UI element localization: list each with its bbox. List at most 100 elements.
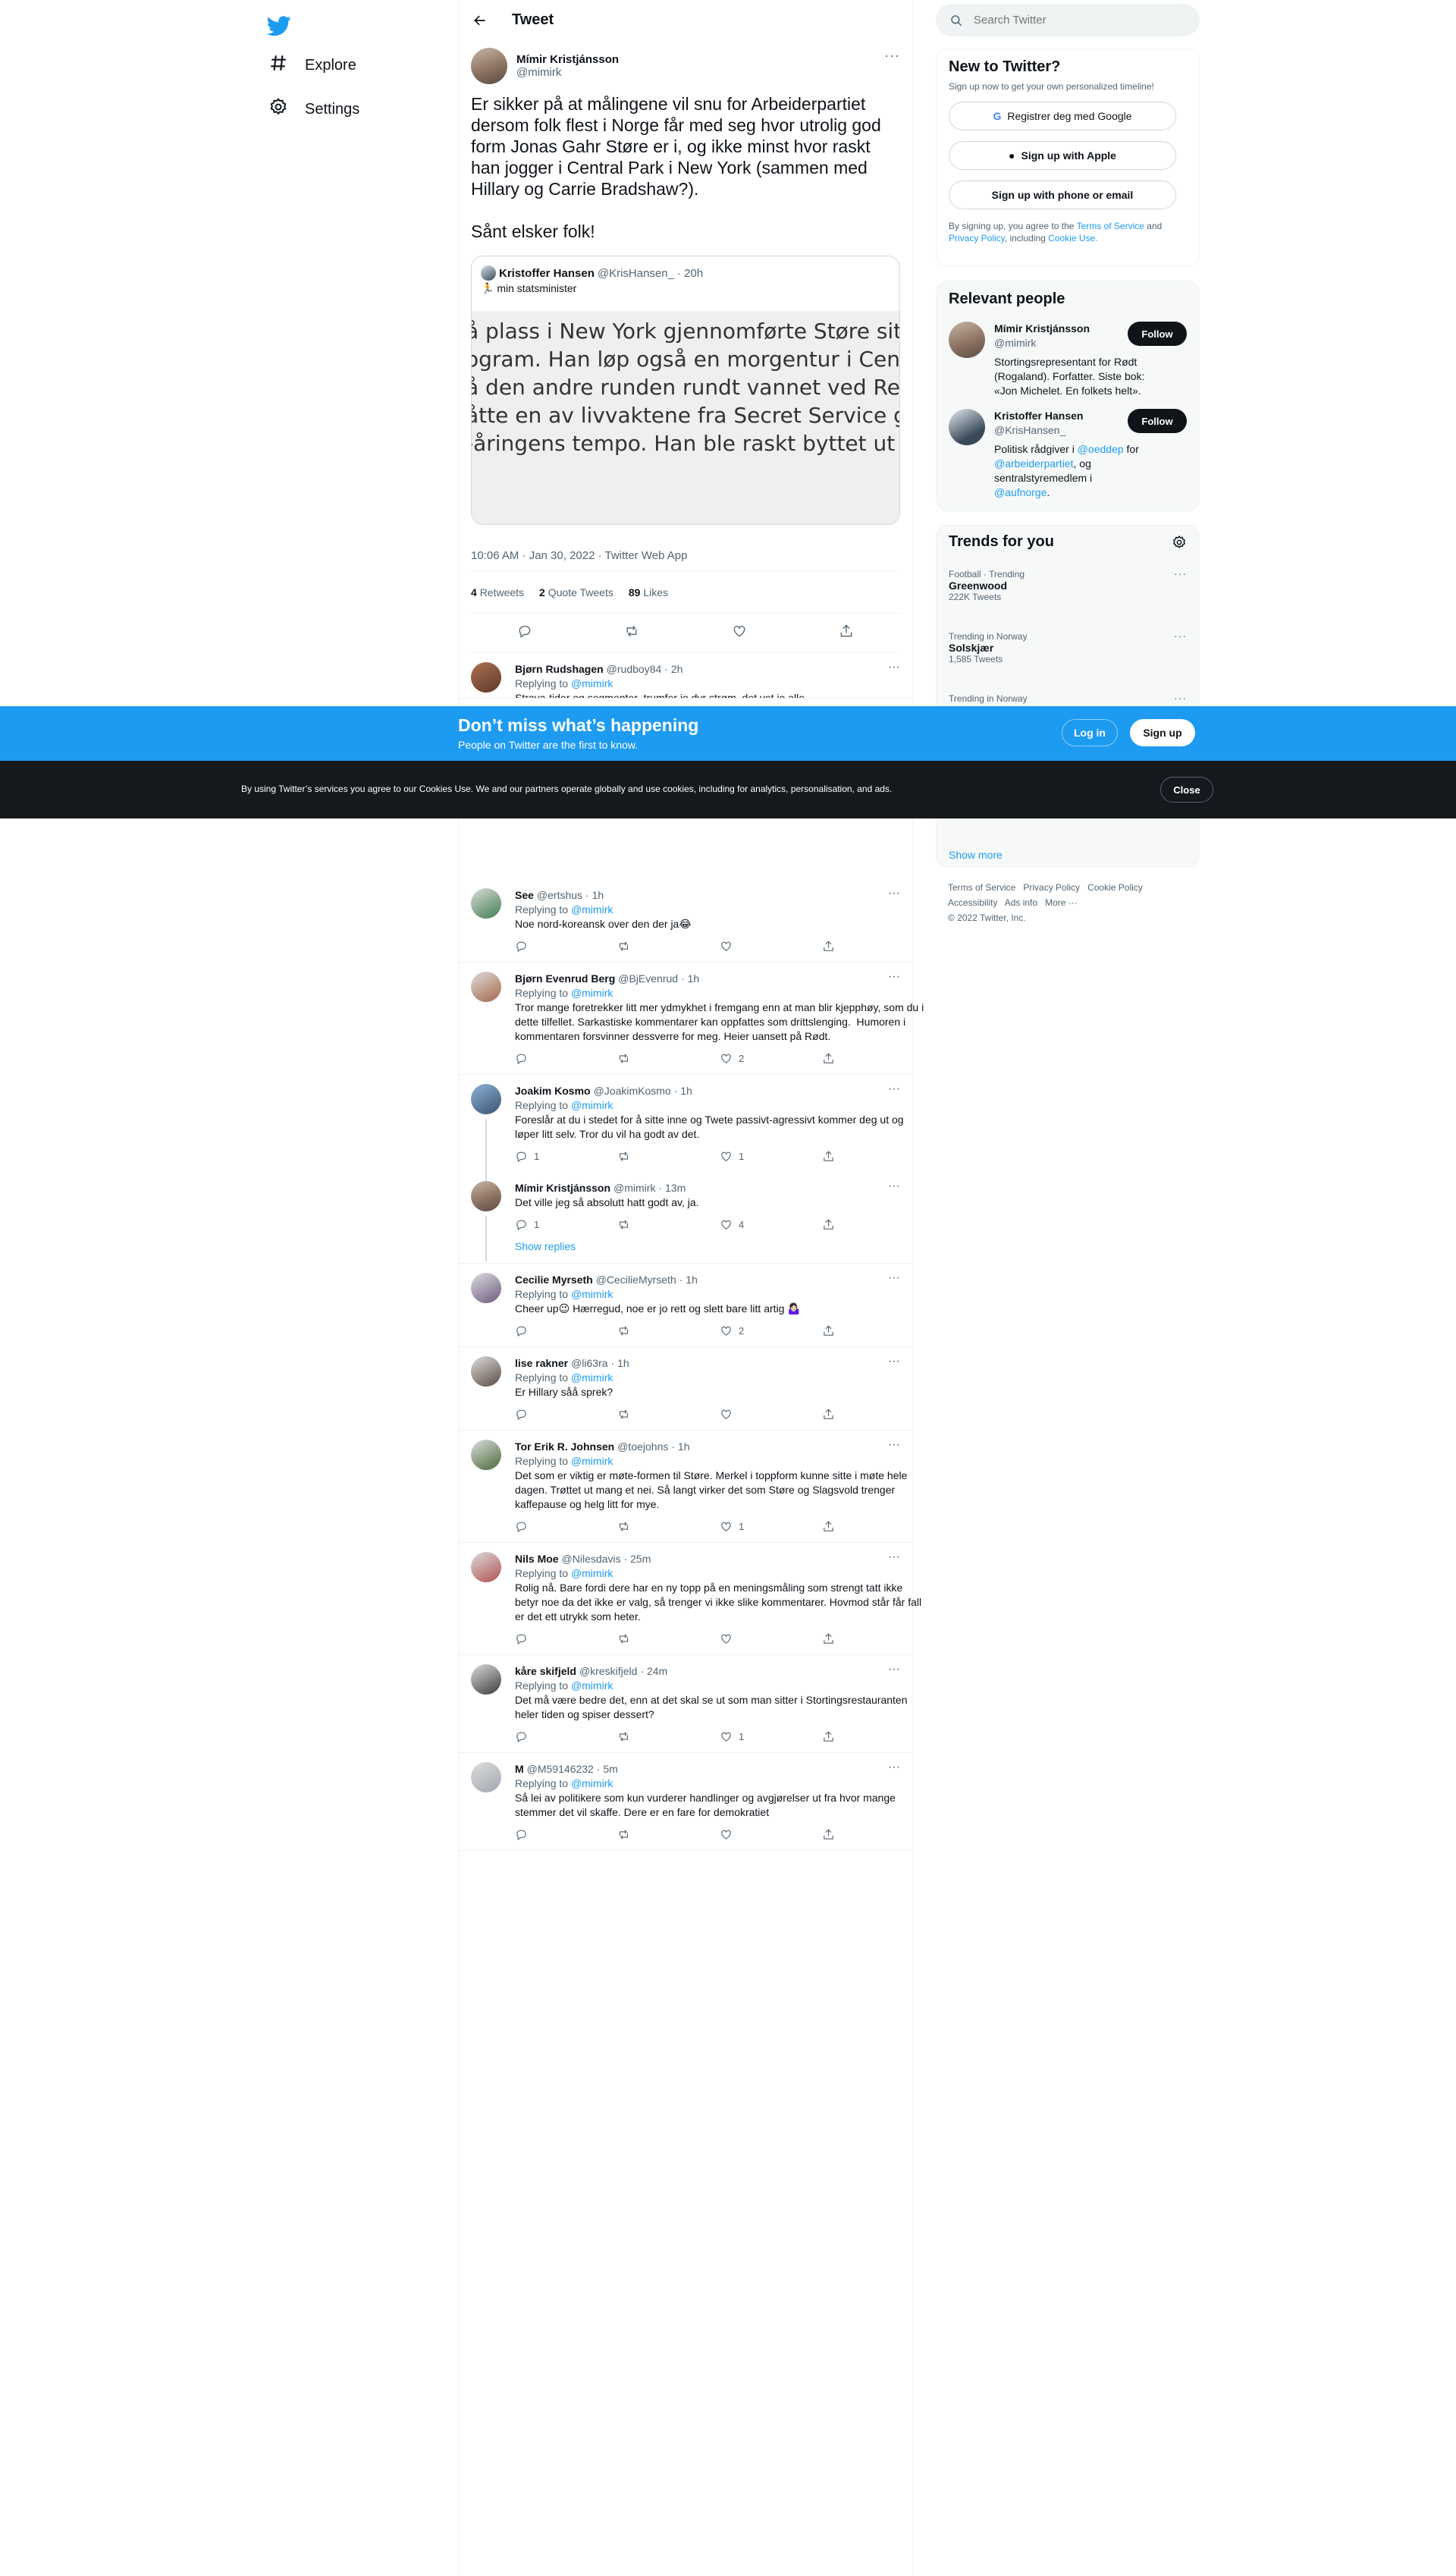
- reply-time[interactable]: · 1h: [671, 1440, 689, 1454]
- retweet-button[interactable]: [617, 1408, 720, 1421]
- reply-author-handle[interactable]: @M59146232: [527, 1762, 594, 1776]
- share-button[interactable]: [822, 1218, 924, 1231]
- reply-author-name[interactable]: lise rakner: [515, 1356, 568, 1371]
- retweet-button[interactable]: [617, 1632, 720, 1645]
- more-options-icon[interactable]: ···: [888, 1438, 900, 1452]
- reply-tweet[interactable]: Bjørn Evenrud Berg @BjEvenrud · 1h Replyin…: [459, 963, 924, 1075]
- like-button[interactable]: [720, 1632, 822, 1645]
- signup-button[interactable]: Sign up: [1130, 719, 1195, 746]
- avatar[interactable]: [949, 409, 985, 445]
- footer-link[interactable]: Accessibility: [948, 897, 997, 908]
- follow-button[interactable]: Follow: [1128, 322, 1187, 346]
- retweet-button[interactable]: [617, 1150, 720, 1163]
- like-button[interactable]: [720, 1828, 822, 1841]
- trend-item[interactable]: Trending in Norway Solskjær 1,585 Tweets…: [949, 627, 1187, 689]
- reply-tweet[interactable]: Nils Moe @Nilesdavis · 25m Replying to @mi…: [459, 1543, 921, 1655]
- reply-button[interactable]: [515, 1828, 617, 1841]
- follow-button[interactable]: Follow: [1128, 409, 1187, 433]
- reply-author-handle[interactable]: @BjEvenrud: [618, 972, 678, 986]
- avatar[interactable]: [471, 972, 501, 1002]
- reply-button[interactable]: [515, 940, 617, 953]
- mention-link[interactable]: @arbeiderpartiet: [994, 457, 1074, 470]
- google-signup-button[interactable]: G Registrer deg med Google: [949, 102, 1176, 130]
- twitter-logo-icon[interactable]: [261, 8, 299, 46]
- reply-author-handle[interactable]: @JoakimKosmo: [594, 1084, 671, 1098]
- reply-time[interactable]: · 2h: [664, 662, 682, 677]
- mention-link[interactable]: @mimirk: [571, 987, 613, 999]
- reply-author-name[interactable]: See: [515, 888, 534, 903]
- avatar[interactable]: [471, 1356, 501, 1387]
- reply-button[interactable]: 1: [515, 1217, 617, 1232]
- mention-link[interactable]: @mimirk: [571, 1455, 613, 1467]
- share-button[interactable]: [822, 1408, 924, 1421]
- show-more-link[interactable]: Show more: [949, 849, 1003, 861]
- reply-button[interactable]: [515, 1520, 617, 1533]
- person-handle[interactable]: @mimirk: [994, 337, 1036, 349]
- privacy-link[interactable]: Privacy Policy: [949, 233, 1005, 243]
- mention-link[interactable]: @mimirk: [571, 1567, 613, 1579]
- reply-tweet[interactable]: M @M59146232 · 5m Replying to @mimirk Så l…: [459, 1753, 912, 1851]
- like-button[interactable]: [720, 940, 822, 953]
- reply-button[interactable]: [515, 1408, 617, 1421]
- reply-time[interactable]: · 1h: [681, 972, 699, 986]
- like-icon[interactable]: [732, 624, 747, 642]
- avatar[interactable]: [471, 1440, 501, 1470]
- reply-author-handle[interactable]: @ertshus: [537, 888, 582, 903]
- avatar[interactable]: [471, 1084, 501, 1114]
- person-handle[interactable]: @KrisHansen_: [994, 424, 1065, 436]
- reply-author-name[interactable]: Mímir Kristjánsson: [515, 1181, 610, 1195]
- reply-author-name[interactable]: kåre skifjeld: [515, 1664, 576, 1679]
- apple-signup-button[interactable]: ● Sign up with Apple: [949, 141, 1176, 170]
- retweet-button[interactable]: [617, 1730, 720, 1743]
- search-box[interactable]: [936, 4, 1200, 36]
- reply-tweet[interactable]: See @ertshus · 1h Replying to @mimirk Noe …: [459, 879, 912, 963]
- more-options-icon[interactable]: ···: [888, 970, 900, 984]
- person-name[interactable]: Kristoffer Hansen: [994, 410, 1083, 422]
- show-replies-link[interactable]: Show replies: [459, 1240, 912, 1264]
- reply-button[interactable]: 1: [515, 1149, 617, 1164]
- reply-author-name[interactable]: Tor Erik R. Johnsen: [515, 1440, 614, 1454]
- retweet-button[interactable]: [617, 1218, 720, 1231]
- reply-icon[interactable]: [517, 624, 532, 642]
- back-button[interactable]: [471, 11, 489, 30]
- reply-author-name[interactable]: Bjørn Rudshagen: [515, 662, 604, 677]
- reply-time[interactable]: · 24m: [640, 1664, 667, 1679]
- mention-link[interactable]: @mimirk: [571, 903, 613, 916]
- person-item[interactable]: Kristoffer Hansen @KrisHansen_ Politisk …: [949, 409, 1187, 500]
- share-button[interactable]: [822, 1828, 924, 1841]
- quoted-image[interactable]: å plass i New York gjennomførte Støre si…: [472, 311, 899, 524]
- mention-link[interactable]: @oeddep: [1078, 443, 1124, 455]
- trend-item[interactable]: Football · Trending Greenwood 222K Tweet…: [949, 564, 1187, 627]
- footer-link[interactable]: Terms of Service: [948, 882, 1015, 893]
- mention-link[interactable]: @mimirk: [571, 1371, 613, 1384]
- mention-link[interactable]: @mimirk: [571, 677, 613, 690]
- reply-tweet[interactable]: lise rakner @li63ra · 1h Replying to @mimi…: [459, 1347, 912, 1431]
- reply-time[interactable]: · 25m: [624, 1552, 651, 1566]
- more-options-icon[interactable]: ···: [888, 1761, 900, 1774]
- reply-author-handle[interactable]: @mimirk: [613, 1181, 655, 1195]
- author-handle[interactable]: @mimirk: [516, 66, 619, 79]
- cookie-link[interactable]: Cookie Use.: [1048, 233, 1097, 243]
- reply-author-handle[interactable]: @rudboy84: [607, 662, 662, 677]
- footer-link[interactable]: Ads info: [1005, 897, 1037, 908]
- reply-button[interactable]: [515, 1052, 617, 1065]
- share-button[interactable]: [822, 1730, 924, 1743]
- share-button[interactable]: [822, 1324, 924, 1337]
- mention-link[interactable]: @mimirk: [571, 1288, 613, 1300]
- reply-tweet[interactable]: Bjørn Rudshagen @rudboy84 · 2h Replying to…: [459, 653, 912, 699]
- footer-link[interactable]: Privacy Policy: [1023, 882, 1080, 893]
- gear-icon[interactable]: [1172, 535, 1187, 550]
- retweet-button[interactable]: [617, 1324, 720, 1337]
- mention-link[interactable]: @mimirk: [571, 1099, 613, 1111]
- reply-author-name[interactable]: Cecilie Myrseth: [515, 1273, 593, 1287]
- more-options-icon[interactable]: ···: [888, 1271, 900, 1285]
- share-button[interactable]: [822, 1150, 924, 1163]
- phone-signup-button[interactable]: Sign up with phone or email: [949, 181, 1176, 209]
- reply-author-name[interactable]: M: [515, 1762, 524, 1776]
- avatar[interactable]: [471, 1181, 501, 1211]
- reply-time[interactable]: · 5m: [597, 1762, 618, 1776]
- reply-tweet[interactable]: Tor Erik R. Johnsen @toejohns · 1h Replyin…: [459, 1431, 912, 1543]
- reply-button[interactable]: [515, 1324, 617, 1337]
- reply-tweet[interactable]: Joakim Kosmo @JoakimKosmo · 1h Replying to…: [459, 1075, 912, 1210]
- like-button[interactable]: 1: [720, 1729, 822, 1744]
